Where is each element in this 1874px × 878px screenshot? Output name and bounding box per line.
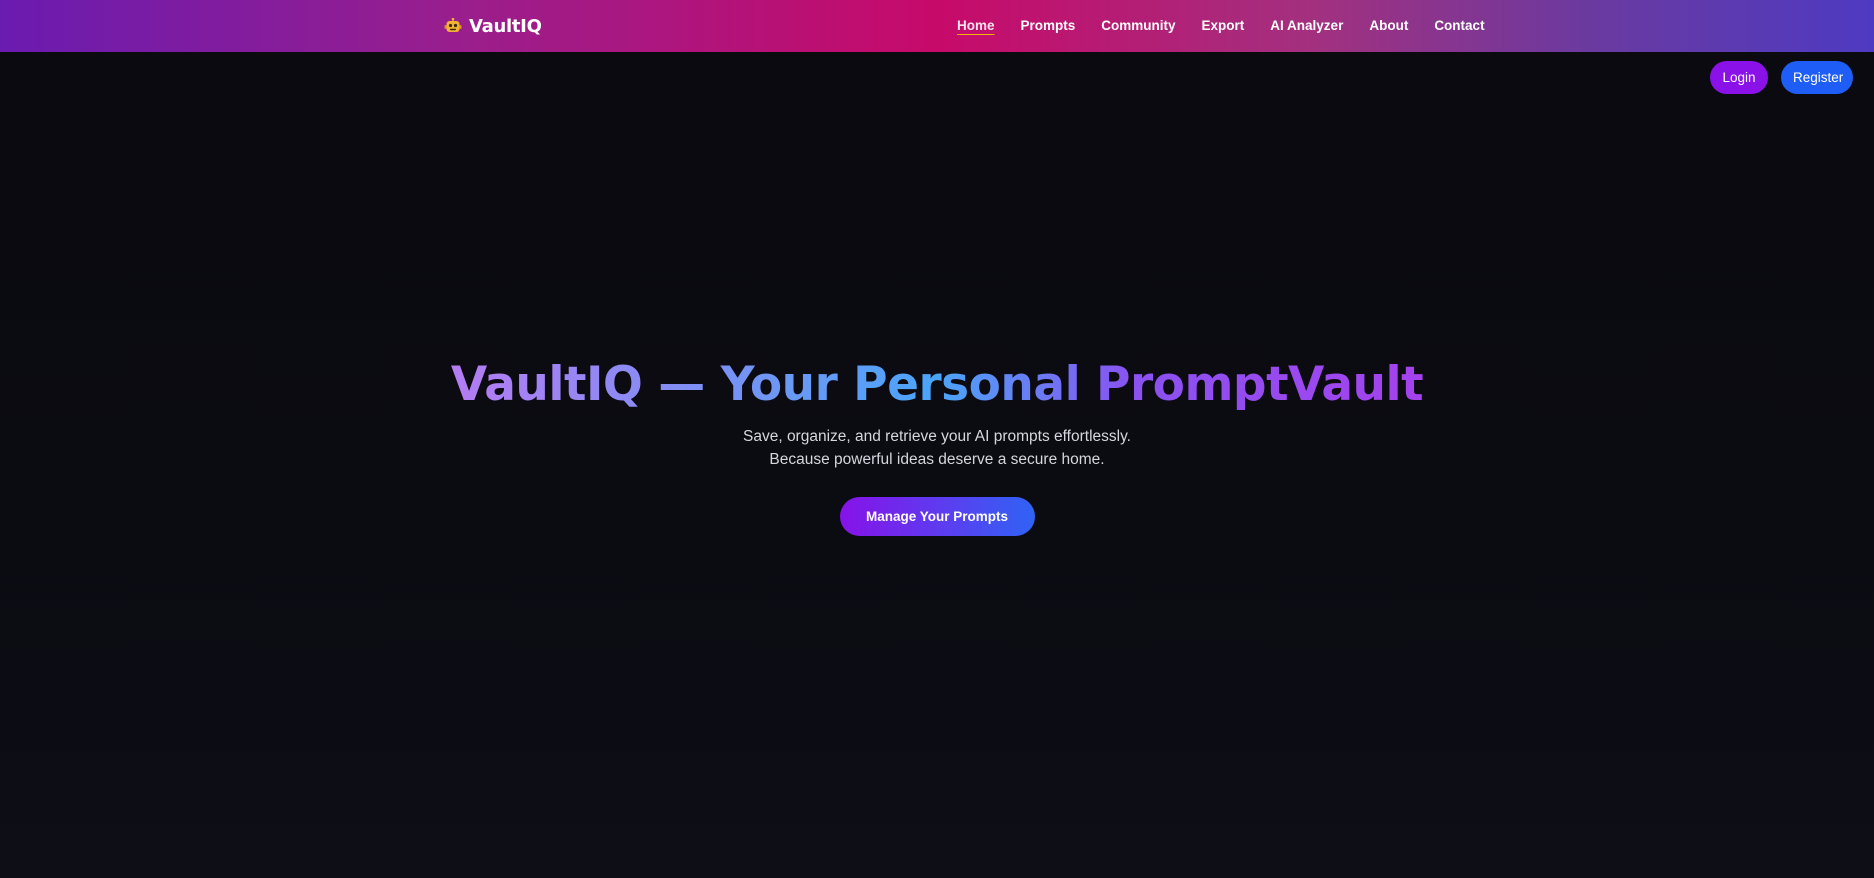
hero-subtitle: Save, organize, and retrieve your AI pro… [0,425,1874,471]
nav-prompts[interactable]: Prompts [1021,18,1076,33]
hero-subtitle-line-1: Save, organize, and retrieve your AI pro… [743,428,1131,445]
nav-contact[interactable]: Contact [1434,18,1484,33]
top-navbar: VaultIQ Home Prompts Community Export AI… [0,0,1874,52]
brand[interactable]: VaultIQ [444,0,542,52]
nav-export[interactable]: Export [1202,18,1245,33]
manage-prompts-button[interactable]: Manage Your Prompts [839,497,1035,536]
nav-ai-analyzer[interactable]: AI Analyzer [1270,18,1343,33]
register-button[interactable]: Register [1781,61,1853,94]
login-button[interactable]: Login [1710,61,1768,94]
nav-community[interactable]: Community [1101,18,1175,33]
nav-home[interactable]: Home [957,18,995,33]
hero-section: VaultIQ — Your Personal PromptVault Save… [0,355,1874,536]
hero-subtitle-line-2: Because powerful ideas deserve a secure … [769,451,1105,468]
main-nav: Home Prompts Community Export AI Analyze… [957,0,1485,52]
hero-title: VaultIQ — Your Personal PromptVault [451,355,1424,415]
auth-buttons: Login Register [1710,61,1853,94]
brand-name: VaultIQ [469,15,542,37]
robot-icon [444,18,462,32]
nav-about[interactable]: About [1369,18,1408,33]
